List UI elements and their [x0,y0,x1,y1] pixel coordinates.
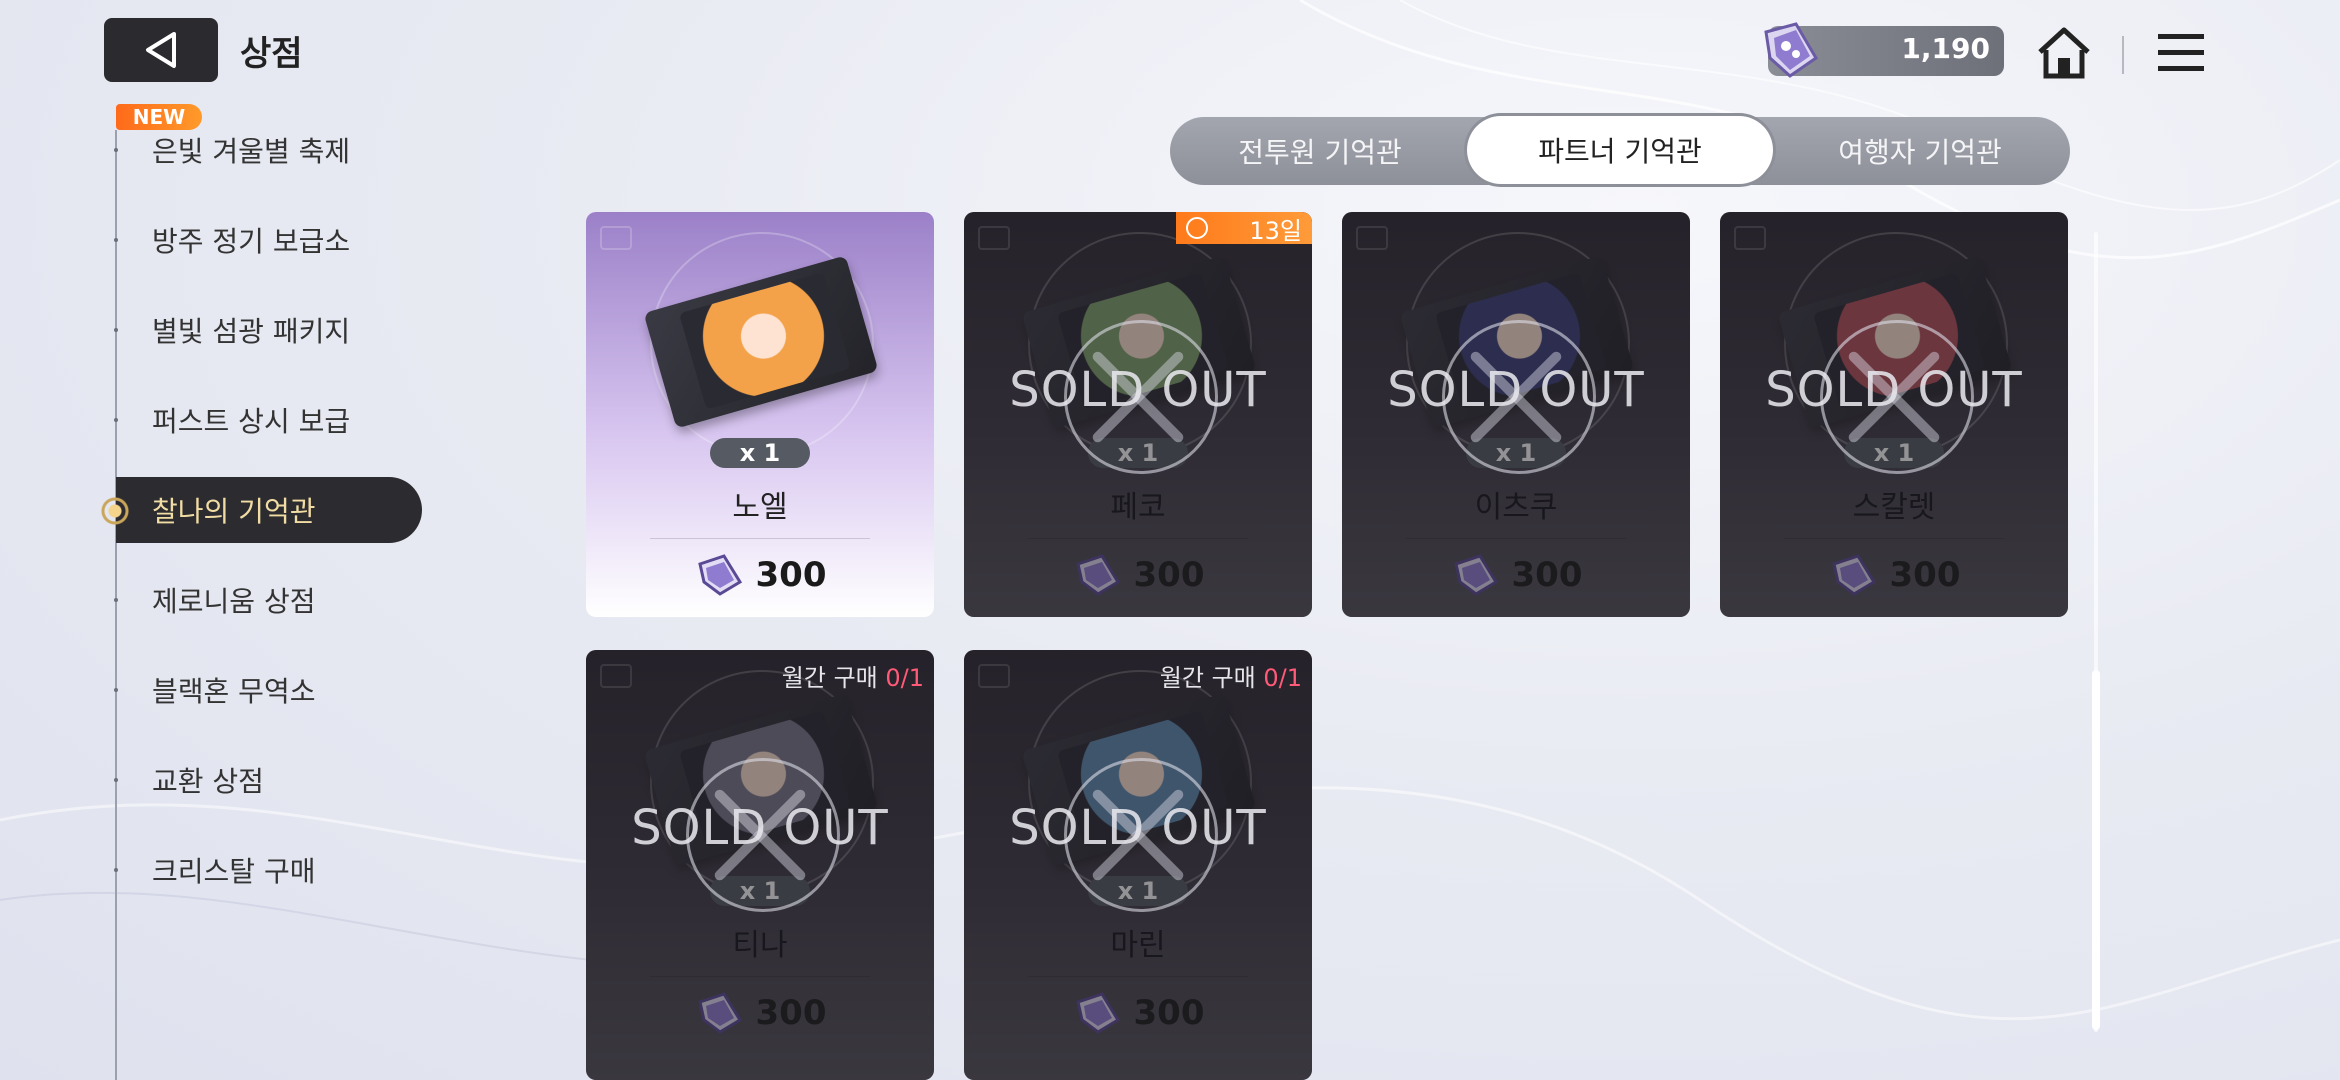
tab-partner-memory[interactable]: 파트너 기억관 [1470,119,1770,181]
tab-bar: 전투원 기억관 파트너 기억관 여행자 기억관 [1170,117,2070,185]
shop-item-card[interactable]: x 1 노엘 300 [586,212,934,617]
tab-traveler-memory[interactable]: 여행자 기억관 [1770,117,2070,185]
sidebar-item-label: 별빛 섬광 패키지 [152,315,351,348]
sidebar-item-label: 교환 상점 [152,765,264,798]
purchase-limit-count: 0/1 [1263,664,1302,692]
time-remaining: 13일 [1249,216,1302,245]
sidebar-dot [114,148,118,152]
shop-item-card[interactable]: x 1 티나 300 SOLD OUT 월간 구매 0/1 [586,650,934,1080]
sidebar-item-zeronium-shop[interactable]: 제로니움 상점 [114,570,416,630]
sidebar-item-starlight-package[interactable]: 별빛 섬광 패키지 [114,300,416,360]
card-separator [650,538,870,539]
purchase-limit: 월간 구매 0/1 [1160,658,1302,693]
sold-out-label: SOLD OUT [631,800,889,856]
sidebar-dot [114,598,118,602]
shop-item-card[interactable]: x 1 스칼렛 300 SOLD OUT [1720,212,2068,617]
scrollbar-thumb[interactable] [2092,670,2100,1030]
item-quantity: x 1 [710,438,810,468]
sidebar-item-moment-memory[interactable]: 찰나의 기억관 [116,477,422,543]
clock-icon [1186,217,1208,239]
shop-item-card[interactable]: x 1 이츠쿠 300 SOLD OUT [1342,212,1690,617]
item-name: 노엘 [732,490,788,525]
purchase-limit-label: 월간 구매 [781,664,878,692]
currency-value: 1,190 [1901,32,1990,65]
sidebar-dot [114,418,118,422]
crystal-gem-icon [697,554,742,596]
purchase-limit-label: 월간 구매 [1159,664,1256,692]
price-value: 300 [755,555,827,595]
back-button[interactable] [104,18,218,82]
sidebar-item-blackhorn-trade[interactable]: 블랙혼 무역소 [114,660,416,720]
sidebar-item-crystal-purchase[interactable]: 크리스탈 구매 [114,840,416,900]
shop-item-card[interactable]: x 1 페코 300 SOLD OUT 13일 [964,212,1312,617]
sidebar-item-label: 찰나의 기억관 [152,495,316,528]
item-price: 300 [586,552,934,598]
shop-item-card[interactable]: x 1 마린 300 SOLD OUT 월간 구매 0/1 [964,650,1312,1080]
sidebar-item-label: 블랙혼 무역소 [152,675,316,708]
active-marker-icon [96,492,134,530]
sold-out-label: SOLD OUT [1009,362,1267,418]
sidebar-dot [114,688,118,692]
sidebar-item-winter-festival[interactable]: 은빛 겨울별 축제 [114,120,416,180]
sidebar-dot [114,238,118,242]
sidebar-dot [114,778,118,782]
sidebar-item-label: 제로니움 상점 [152,585,316,618]
sidebar-item-label: 은빛 겨울별 축제 [152,135,351,168]
sidebar-item-label: 크리스탈 구매 [152,855,316,888]
tab-combatant-memory[interactable]: 전투원 기억관 [1170,117,1470,185]
sidebar-dot [114,868,118,872]
time-limit-badge: 13일 [1176,212,1312,245]
sidebar-item-exchange-shop[interactable]: 교환 상점 [114,750,416,810]
sidebar-item-label: 방주 정기 보급소 [152,225,351,258]
sidebar-item-first-supply[interactable]: 퍼스트 상시 보급 [114,390,416,450]
sold-out-label: SOLD OUT [1387,362,1645,418]
back-triangle-icon [146,32,176,68]
purchase-limit-count: 0/1 [885,664,924,692]
crystal-gem-icon [1764,22,1818,78]
header-divider [2122,36,2124,74]
page-title: 상점 [240,34,303,74]
sold-out-label: SOLD OUT [1009,800,1267,856]
sidebar-item-ark-supply[interactable]: 방주 정기 보급소 [114,210,416,270]
hamburger-menu-icon[interactable] [2154,28,2208,76]
sidebar-item-label: 퍼스트 상시 보급 [152,405,351,438]
home-icon[interactable] [2034,24,2094,80]
sold-out-label: SOLD OUT [1765,362,2023,418]
sidebar-dot [114,328,118,332]
card-corner-icon [600,226,632,250]
purchase-limit: 월간 구매 0/1 [782,658,924,693]
